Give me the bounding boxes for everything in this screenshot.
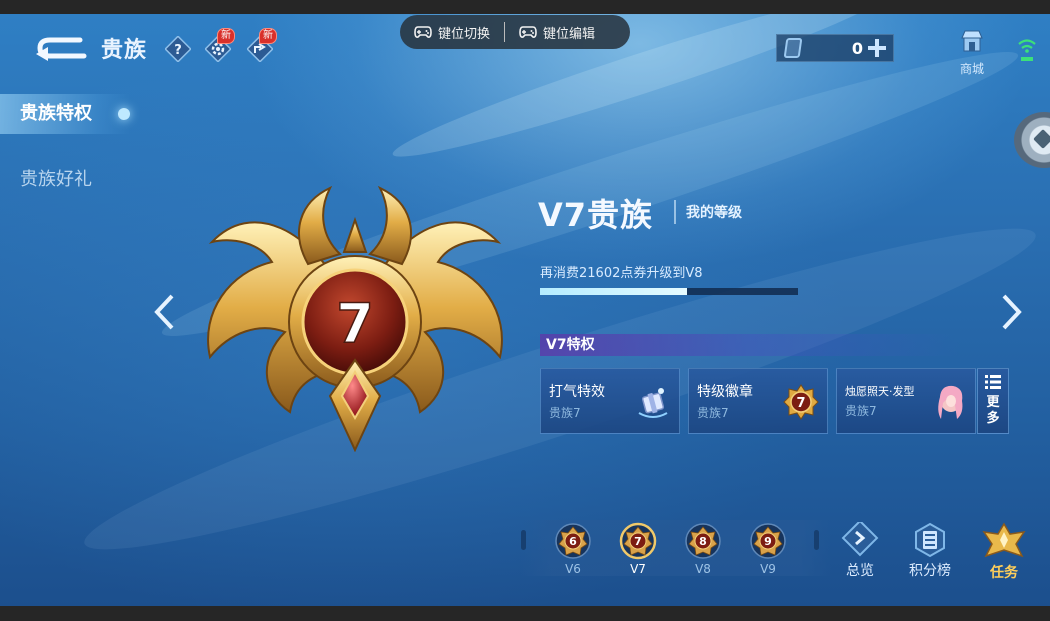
keymap-edit-button[interactable]: 键位编辑 (505, 15, 609, 49)
list-icon (985, 375, 1001, 389)
hero-portrait-icon (938, 385, 963, 419)
tier-label: V8 (695, 562, 711, 576)
privilege-header: V7特权 (540, 334, 1008, 356)
help-icon[interactable]: ? (165, 36, 191, 62)
more-privileges-button[interactable]: 更多 (977, 368, 1009, 434)
tier-badge-icon: 6 (555, 523, 591, 559)
tier-badge-icon: 8 (685, 523, 721, 559)
floating-assist-button[interactable] (1014, 112, 1050, 168)
back-arrow-icon[interactable] (32, 34, 88, 62)
tier-item-v6[interactable]: 6 V6 (553, 522, 593, 576)
nobility-emblem: 7 (207, 185, 503, 452)
sidebar-item-gifts[interactable]: 贵族好礼 (0, 160, 130, 200)
add-coupon-icon[interactable] (867, 38, 887, 58)
emblem-level-number: 7 (336, 292, 374, 355)
top-letterbox (0, 0, 1050, 14)
tier-selector-cap (814, 530, 819, 550)
level-title: V7贵族 (538, 196, 654, 234)
privilege-card[interactable]: 打气特效 贵族7 (540, 368, 680, 434)
new-badge: 新 (217, 28, 235, 44)
overview-icon (841, 522, 879, 557)
tier-badge-number: 8 (699, 535, 707, 548)
overview-label: 总览 (846, 563, 874, 579)
more-label: 更多 (986, 395, 1000, 426)
privilege-card[interactable]: 烛愿照天·发型 贵族7 (836, 368, 976, 434)
tier-badge-icon: 7 (619, 522, 657, 560)
my-level-label: 我的等级 (686, 205, 742, 221)
keymap-toolbar: 键位切换 键位编辑 (400, 15, 630, 49)
tier-item-v8[interactable]: 8 V8 (683, 522, 723, 576)
title-divider (674, 200, 676, 224)
share-button[interactable]: 新 (246, 28, 277, 63)
new-badge: 新 (259, 28, 277, 44)
badge-number: 7 (796, 396, 805, 411)
coupon-icon (783, 38, 803, 58)
gamepad-icon (519, 26, 537, 38)
tier-selector-cap (521, 530, 526, 550)
nobility-screen: 贵族 ? 新 新 键位切换 键位编辑 0 商城 贵族特权 贵族好礼 7 V7贵族… (0, 14, 1050, 606)
gamepad-icon (414, 26, 432, 38)
next-level-arrow-icon[interactable] (1000, 292, 1024, 332)
tier-label: V7 (630, 562, 646, 576)
tier-badge-number: 6 (569, 535, 577, 548)
shop-icon (961, 30, 983, 52)
upgrade-progress-bar (540, 288, 798, 295)
keymap-edit-label: 键位编辑 (543, 26, 596, 42)
wifi-signal-icon (1018, 39, 1036, 61)
upgrade-requirement: 再消费21602点券升级到V8 (540, 266, 703, 281)
privilege-card[interactable]: 特级徽章 贵族7 7 (688, 368, 828, 434)
tier-badge-number: 9 (764, 535, 772, 548)
sidebar-item-label: 贵族好礼 (20, 169, 92, 190)
keymap-switch-button[interactable]: 键位切换 (400, 15, 504, 49)
leaderboard-icon (915, 522, 945, 558)
tasks-label: 任务 (990, 565, 1018, 581)
tier-item-v7[interactable]: 7 V7 (618, 522, 658, 576)
active-indicator (118, 108, 130, 120)
settings-button[interactable]: 新 (204, 28, 235, 63)
tier-label: V9 (760, 562, 776, 576)
upgrade-progress-fill (540, 288, 688, 295)
tasks-button[interactable]: 任务 (974, 522, 1034, 581)
page-title: 贵族 (101, 38, 148, 63)
coupon-value: 0 (851, 38, 863, 58)
bottom-letterbox (0, 606, 1050, 621)
tasks-crest-icon (982, 522, 1026, 558)
sidebar-item-label: 贵族特权 (20, 103, 92, 124)
keymap-switch-label: 键位切换 (438, 26, 491, 42)
tier-item-v9[interactable]: 9 V9 (748, 522, 788, 576)
gift-box-icon (638, 388, 668, 418)
prev-level-arrow-icon[interactable] (152, 292, 176, 332)
tier-label: V6 (565, 562, 581, 576)
shop-button[interactable]: 商城 (954, 28, 990, 80)
sidebar-item-privileges[interactable]: 贵族特权 (0, 94, 130, 134)
ranking-label: 积分榜 (909, 563, 951, 579)
coupon-balance: 0 (776, 34, 894, 62)
shop-label: 商城 (959, 62, 984, 76)
level-badge-icon: 7 (783, 384, 819, 420)
overview-button[interactable]: 总览 (830, 522, 890, 580)
ranking-button[interactable]: 积分榜 (900, 522, 960, 580)
tier-badge-number: 7 (634, 535, 642, 548)
svg-text:?: ? (174, 43, 182, 58)
tier-badge-icon: 9 (750, 523, 786, 559)
